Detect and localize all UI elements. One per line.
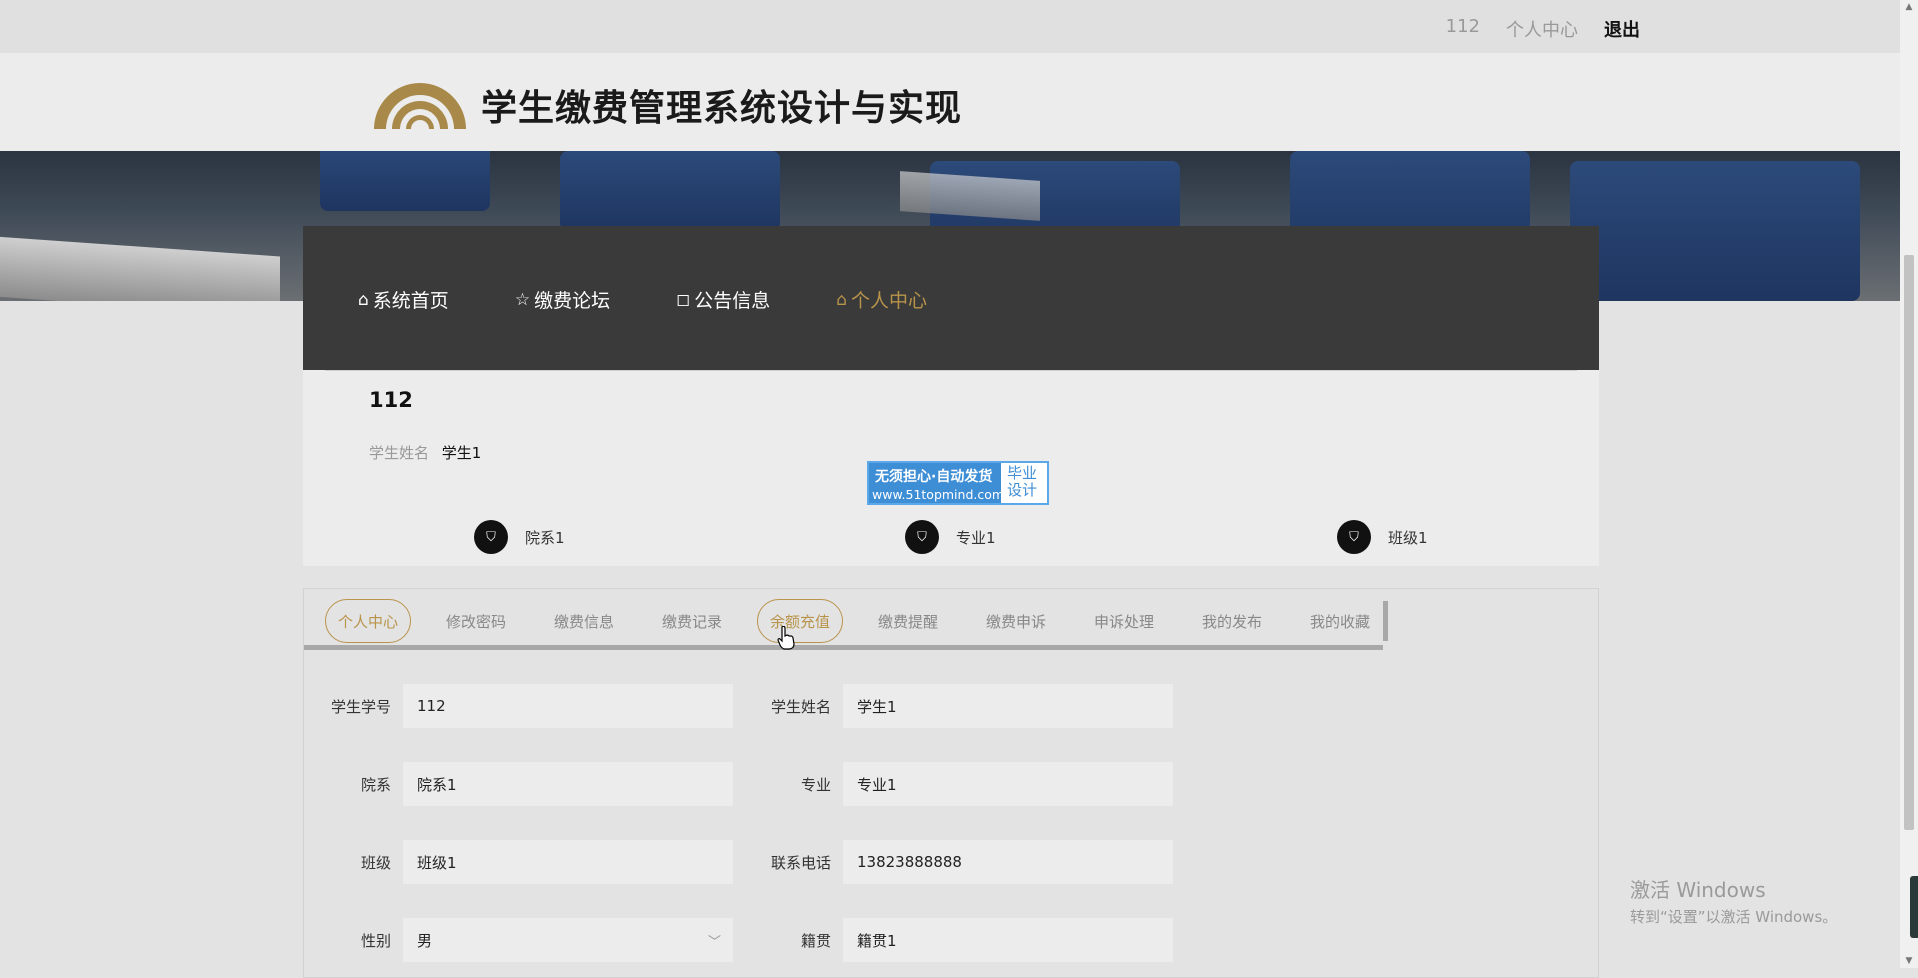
tab-payment-appeal[interactable]: 缴费申诉 xyxy=(962,599,1070,643)
star-icon: ☆ xyxy=(514,289,531,310)
shield-icon: ⛉ xyxy=(905,520,939,554)
top-personal-center-link[interactable]: 个人中心 xyxy=(1506,16,1578,42)
form-row-major: 专业 专业1 xyxy=(743,762,1173,806)
tab-my-favorites[interactable]: 我的收藏 xyxy=(1286,599,1394,643)
profile-name-label: 学生姓名 xyxy=(369,444,430,462)
native-label: 籍贯 xyxy=(800,931,831,950)
site-title: 学生缴费管理系统设计与实现 xyxy=(481,88,963,129)
phone-label: 联系电话 xyxy=(770,853,831,872)
ad-right-text: 毕业设计 xyxy=(1001,463,1047,503)
form-row-dept: 院系 院系1 xyxy=(303,762,733,806)
major-field[interactable]: 专业1 xyxy=(843,762,1173,806)
profile-card: 112 学生姓名 学生1 无须担心·自动发货 www.51topmind.com… xyxy=(303,370,1599,566)
logout-link[interactable]: 退出 xyxy=(1604,16,1640,42)
nav-notice-label: 公告信息 xyxy=(694,290,771,312)
native-field[interactable]: 籍贯1 xyxy=(843,918,1173,962)
nav-home-label: 系统首页 xyxy=(372,290,449,312)
main-nav-panel: ⌂ 系统首页 ☆ 缴费论坛 ◻ 公告信息 ⌂ 个人中心 xyxy=(303,226,1599,370)
major-label: 专业 xyxy=(800,775,831,794)
badge-dept-label: 院系1 xyxy=(525,528,565,547)
windows-activation-watermark: 激活 Windows 转到“设置”以激活 Windows。 xyxy=(1630,874,1837,927)
top-username-link[interactable]: 112 xyxy=(1446,16,1480,42)
shield-icon: ⛉ xyxy=(1337,520,1371,554)
tab-payment-records[interactable]: 缴费记录 xyxy=(638,599,746,643)
page-scrollbar[interactable]: ▲ ▼ xyxy=(1900,0,1918,968)
scroll-down-icon[interactable]: ▼ xyxy=(1904,956,1914,966)
form-row-class: 班级 班级1 xyxy=(303,840,733,884)
form-row-gender: 性别 男 ﹀ xyxy=(303,918,733,962)
ad-line1: 无须担心·自动发货 xyxy=(875,469,993,485)
bag-icon: ◻ xyxy=(676,289,691,310)
hand-cursor-icon xyxy=(777,626,795,650)
nav-forum-label: 缴费论坛 xyxy=(534,290,611,312)
profile-id: 112 xyxy=(369,388,413,412)
scroll-up-icon[interactable]: ▲ xyxy=(1904,2,1914,12)
watermark-line1: 激活 Windows xyxy=(1630,878,1766,902)
student-name-label: 学生姓名 xyxy=(770,697,831,716)
tab-change-password[interactable]: 修改密码 xyxy=(422,599,530,643)
tab-personal-center[interactable]: 个人中心 xyxy=(325,599,411,643)
badge-dept: ⛉ 院系1 xyxy=(474,520,565,554)
ad-banner[interactable]: 无须担心·自动发货 www.51topmind.com 毕业设计 xyxy=(867,461,1049,505)
gender-label: 性别 xyxy=(360,931,391,950)
main-nav: ⌂ 系统首页 ☆ 缴费论坛 ◻ 公告信息 ⌂ 个人中心 xyxy=(358,286,993,313)
badge-major-label: 专业1 xyxy=(956,528,996,547)
form-row-phone: 联系电话 13823888888 xyxy=(743,840,1173,884)
gender-select[interactable]: 男 ﹀ xyxy=(403,918,733,962)
badge-major: ⛉ 专业1 xyxy=(905,520,996,554)
dept-label: 院系 xyxy=(360,775,391,794)
nav-forum[interactable]: ☆ 缴费论坛 xyxy=(515,286,610,313)
student-name-field[interactable]: 学生1 xyxy=(843,684,1173,728)
nav-notice[interactable]: ◻ 公告信息 xyxy=(676,286,770,313)
student-no-field[interactable]: 112 xyxy=(403,684,733,728)
shield-icon: ⛉ xyxy=(474,520,508,554)
chevron-down-icon: ﹀ xyxy=(707,934,721,950)
tab-payment-reminder[interactable]: 缴费提醒 xyxy=(854,599,962,643)
badge-class-label: 班级1 xyxy=(1388,528,1428,547)
divider xyxy=(325,370,1577,371)
top-links: 112 个人中心 退出 xyxy=(1446,16,1640,42)
gender-value: 男 xyxy=(417,931,433,950)
tab-scrollbar-end xyxy=(1383,601,1388,641)
tab-appeal-handling[interactable]: 申诉处理 xyxy=(1070,599,1178,643)
edge-widget[interactable] xyxy=(1910,876,1918,938)
phone-field[interactable]: 13823888888 xyxy=(843,840,1173,884)
profile-name: 学生姓名 学生1 xyxy=(369,442,481,463)
form-row-student-name: 学生姓名 学生1 xyxy=(743,684,1173,728)
form-row-native: 籍贯 籍贯1 xyxy=(743,918,1173,962)
profile-name-value: 学生1 xyxy=(441,444,482,462)
nav-personal-center[interactable]: ⌂ 个人中心 xyxy=(836,286,927,313)
tab-scrollbar[interactable] xyxy=(304,645,1383,650)
top-bar: 112 个人中心 退出 xyxy=(0,0,1900,53)
home-icon: ⌂ xyxy=(836,289,848,310)
student-no-label: 学生学号 xyxy=(330,697,391,716)
class-label: 班级 xyxy=(360,853,391,872)
tab-payment-info[interactable]: 缴费信息 xyxy=(530,599,638,643)
nav-home[interactable]: ⌂ 系统首页 xyxy=(358,286,449,313)
tab-bar: 个人中心 修改密码 缴费信息 缴费记录 余额充值 缴费提醒 缴费申诉 申诉处理 … xyxy=(314,599,1394,643)
tab-recharge[interactable]: 余额充值 xyxy=(757,599,843,643)
scrollbar-thumb[interactable] xyxy=(1904,255,1914,830)
tab-my-posts[interactable]: 我的发布 xyxy=(1178,599,1286,643)
badge-class: ⛉ 班级1 xyxy=(1337,520,1428,554)
form-row-student-no: 学生学号 112 xyxy=(303,684,733,728)
dept-field[interactable]: 院系1 xyxy=(403,762,733,806)
nav-personal-center-label: 个人中心 xyxy=(851,290,928,312)
ad-line2: www.51topmind.com xyxy=(872,487,1005,502)
class-field[interactable]: 班级1 xyxy=(403,840,733,884)
home-icon: ⌂ xyxy=(358,289,369,310)
watermark-line2: 转到“设置”以激活 Windows。 xyxy=(1630,908,1838,926)
site-header: 学生缴费管理系统设计与实现 xyxy=(0,53,1900,151)
logo-icon xyxy=(374,83,466,129)
